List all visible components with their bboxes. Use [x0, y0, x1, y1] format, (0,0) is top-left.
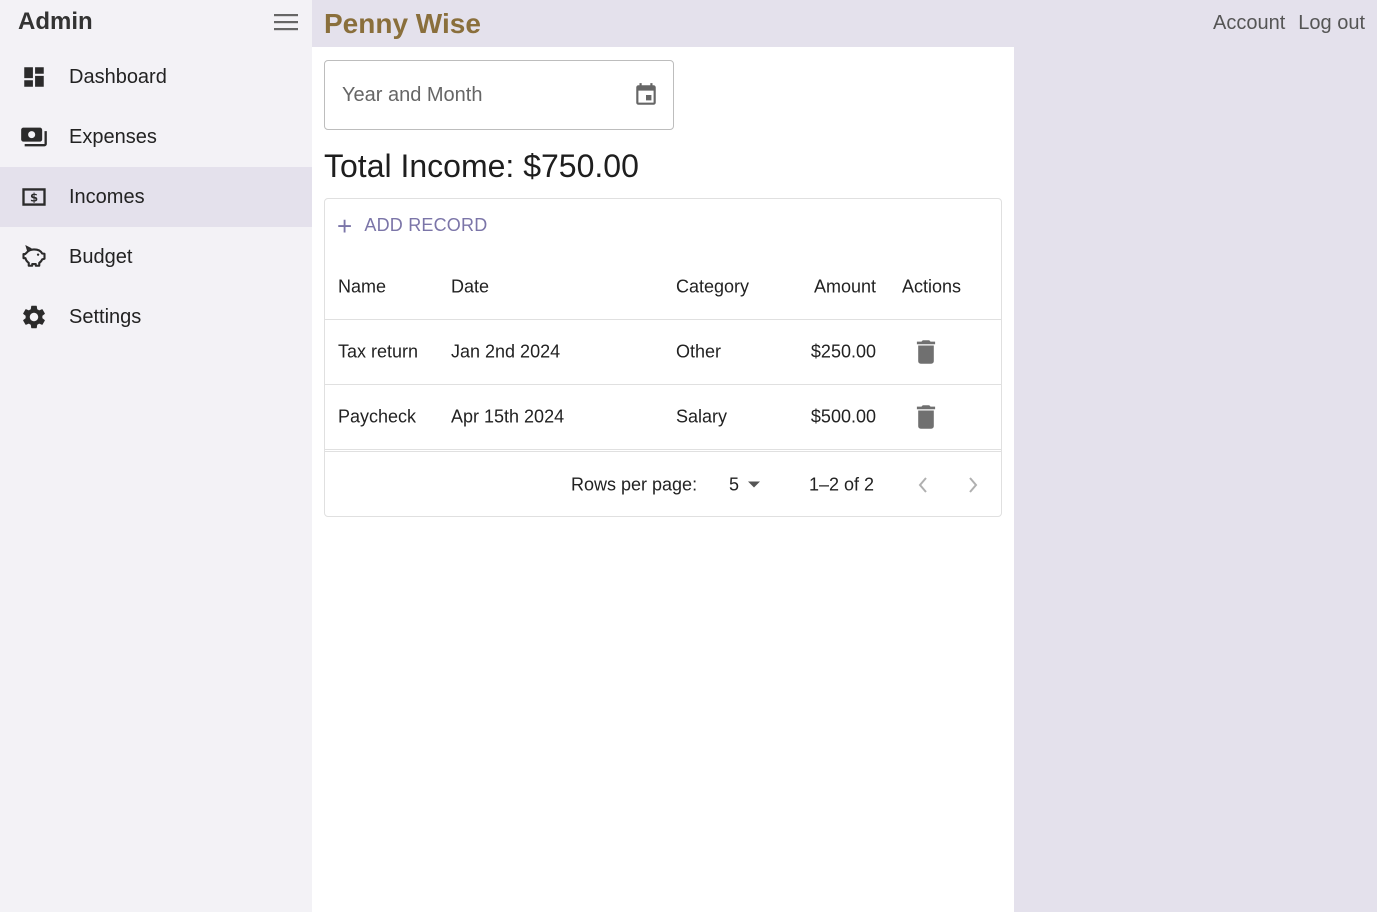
- cell-name: Tax return: [338, 341, 419, 362]
- add-record-label: ADD RECORD: [364, 215, 488, 235]
- sidebar-item-label: Budget: [69, 245, 133, 268]
- main-panel: Year and Month Total Income: $750.00 + A…: [312, 47, 1014, 912]
- incomes-table: + ADD RECORD Name Date Category Amount A…: [324, 198, 1002, 517]
- sidebar-header: Admin: [0, 0, 312, 44]
- top-links: Account Log out: [1213, 12, 1365, 35]
- svg-text:$: $: [30, 191, 38, 205]
- sidebar-item-dashboard[interactable]: Dashboard: [0, 47, 312, 107]
- year-month-picker[interactable]: Year and Month: [324, 60, 674, 130]
- cell-amount: $250.00: [810, 341, 876, 362]
- add-record-button[interactable]: + ADD RECORD: [337, 210, 488, 241]
- sidebar-nav: Dashboard Expenses $ Incomes Budget Sett…: [0, 47, 312, 347]
- sidebar-item-label: Settings: [69, 305, 142, 328]
- top-bar: Penny Wise Account Log out: [312, 0, 1377, 47]
- cell-date: Apr 15th 2024: [451, 406, 565, 427]
- dollar-bill-icon: $: [20, 183, 48, 211]
- sidebar-item-budget[interactable]: Budget: [0, 227, 312, 287]
- rows-per-page-label: Rows per page:: [571, 474, 698, 494]
- dashboard-icon: [20, 63, 48, 91]
- page-info: 1–2 of 2: [809, 474, 875, 494]
- gear-icon: [20, 303, 48, 331]
- sidebar-title: Admin: [18, 8, 93, 35]
- delete-icon[interactable]: [914, 339, 938, 365]
- plus-icon: +: [337, 210, 353, 241]
- brand-title: Penny Wise: [324, 7, 481, 39]
- table-pagination: Rows per page: 5 1–2 of 2: [325, 451, 1001, 517]
- cell-category: Salary: [676, 406, 728, 427]
- payments-icon: [20, 123, 48, 151]
- sidebar-item-expenses[interactable]: Expenses: [0, 107, 312, 167]
- rows-per-page-select[interactable]: 5: [729, 474, 761, 495]
- calendar-icon[interactable]: [632, 81, 660, 109]
- column-header-category[interactable]: Category: [676, 277, 749, 298]
- chevron-right-icon[interactable]: [961, 473, 985, 497]
- chevron-left-icon[interactable]: [911, 473, 935, 497]
- hamburger-menu-icon[interactable]: [274, 10, 298, 34]
- cell-category: Other: [676, 341, 722, 362]
- sidebar-item-label: Expenses: [69, 125, 157, 148]
- sidebar-item-label: Dashboard: [69, 65, 167, 88]
- cell-name: Paycheck: [338, 406, 417, 427]
- dropdown-arrow-icon: [748, 481, 761, 488]
- table-header: Name Date Category Amount Actions: [325, 255, 1001, 320]
- delete-icon[interactable]: [914, 404, 938, 430]
- column-header-name[interactable]: Name: [338, 277, 386, 298]
- cell-amount: $500.00: [810, 406, 876, 427]
- column-header-actions: Actions: [902, 276, 962, 297]
- total-income: Total Income: $750.00: [324, 148, 639, 184]
- column-header-date[interactable]: Date: [451, 277, 489, 298]
- cell-date: Jan 2nd 2024: [451, 341, 561, 362]
- year-month-placeholder: Year and Month: [342, 83, 483, 106]
- sidebar-item-settings[interactable]: Settings: [0, 287, 312, 347]
- account-link[interactable]: Account: [1213, 12, 1285, 35]
- sidebar-item-label: Incomes: [69, 185, 145, 208]
- column-header-amount[interactable]: Amount: [814, 277, 876, 298]
- table-row[interactable]: Tax return Jan 2nd 2024 Other $250.00: [325, 320, 1001, 385]
- rows-per-page-value: 5: [729, 474, 740, 494]
- piggy-bank-icon: [20, 243, 48, 271]
- logout-link[interactable]: Log out: [1298, 12, 1365, 35]
- table-row[interactable]: Paycheck Apr 15th 2024 Salary $500.00: [325, 385, 1001, 450]
- sidebar-item-incomes[interactable]: $ Incomes: [0, 167, 312, 227]
- sidebar: Admin Dashboard Expenses $ Incomes Budge…: [0, 0, 312, 912]
